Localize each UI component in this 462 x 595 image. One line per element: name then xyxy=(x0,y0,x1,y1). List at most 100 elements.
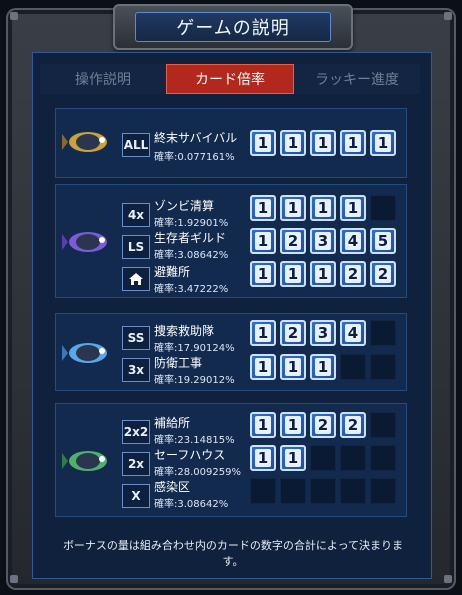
card-number: 3 xyxy=(315,324,331,342)
combo-name: 補給所 xyxy=(154,416,191,430)
combo-section: ALL 終末サバイバル 確率:0.077161% 11111 xyxy=(55,108,407,178)
empty-card-slot xyxy=(340,354,366,380)
card-number: 1 xyxy=(255,416,271,434)
home-badge xyxy=(122,267,150,291)
tab-lucky-progress[interactable]: ラッキー進度 xyxy=(294,64,420,94)
number-card: 1 xyxy=(340,195,366,221)
card-slots: 11111 xyxy=(250,130,396,156)
number-card: 1 xyxy=(310,261,336,287)
card-slots: 11 xyxy=(250,445,396,471)
card-number: 1 xyxy=(315,134,331,152)
card-slots: 11122 xyxy=(250,261,396,287)
number-card: 1 xyxy=(310,354,336,380)
combo-section: SS 捜索救助隊 確率:17.90124% 1234 3x 防衛工事 確率:19… xyxy=(55,313,407,391)
number-card: 2 xyxy=(280,228,306,254)
number-card: 1 xyxy=(250,445,276,471)
number-card: 1 xyxy=(250,228,276,254)
card-slots: 111 xyxy=(250,354,396,380)
card-number: 1 xyxy=(315,265,331,283)
combo-probability: 確率:3.08642% xyxy=(154,250,229,261)
card-number: 2 xyxy=(345,265,361,283)
empty-card-slot xyxy=(310,478,336,504)
combo-probability: 確率:19.29012% xyxy=(154,375,235,386)
fish-icon xyxy=(62,343,107,363)
combo-name: 終末サバイバル xyxy=(154,131,238,145)
number-card: 2 xyxy=(370,261,396,287)
combo-badge: SS xyxy=(122,326,150,350)
combo-name: 捜索救助隊 xyxy=(154,324,215,338)
number-card: 1 xyxy=(250,130,276,156)
number-card: 1 xyxy=(280,445,306,471)
card-number: 1 xyxy=(255,134,271,152)
frame-bolt xyxy=(10,575,18,583)
footer-note: ボーナスの量は組み合わせ内のカードの数字の合計によって決まります。 xyxy=(62,539,404,568)
number-card: 1 xyxy=(340,130,366,156)
number-card: 1 xyxy=(280,412,306,438)
combo-badge: 2x2 xyxy=(122,420,150,444)
card-number: 1 xyxy=(285,449,301,467)
card-number: 2 xyxy=(315,416,331,434)
combo-badge: ALL xyxy=(122,133,150,157)
tab-bar: 操作説明 カード倍率 ラッキー進度 xyxy=(40,64,420,94)
combo-name: 避難所 xyxy=(154,265,191,279)
fish-icon xyxy=(62,232,107,252)
number-card: 2 xyxy=(340,261,366,287)
empty-card-slot xyxy=(370,412,396,438)
number-card: 1 xyxy=(310,195,336,221)
fish-icon xyxy=(62,132,107,152)
title-plate: ゲームの説明 xyxy=(113,4,353,50)
combo-probability: 確率:23.14815% xyxy=(154,435,235,446)
combo-badge: LS xyxy=(122,235,150,259)
empty-card-slot xyxy=(340,445,366,471)
frame-bolt xyxy=(10,12,18,20)
combo-probability: 確率:0.077161% xyxy=(154,152,235,163)
empty-card-slot xyxy=(370,478,396,504)
tab-controls[interactable]: 操作説明 xyxy=(40,64,166,94)
number-card: 1 xyxy=(280,354,306,380)
number-card: 2 xyxy=(340,412,366,438)
combo-name: 防衛工事 xyxy=(154,356,203,370)
combo-section: 4x ゾンビ清算 確率:1.92901% 1111 LS 生存者ギルド 確率:3… xyxy=(55,184,407,298)
number-card: 3 xyxy=(310,228,336,254)
number-card: 4 xyxy=(340,320,366,346)
card-number: 3 xyxy=(315,232,331,250)
number-card: 1 xyxy=(250,320,276,346)
combo-probability: 確率:3.08642% xyxy=(154,499,229,510)
empty-card-slot xyxy=(370,320,396,346)
number-card: 1 xyxy=(370,130,396,156)
number-card: 2 xyxy=(310,412,336,438)
number-card: 1 xyxy=(280,130,306,156)
card-number: 1 xyxy=(285,358,301,376)
number-card: 3 xyxy=(310,320,336,346)
fish-icon xyxy=(62,451,107,471)
card-number: 2 xyxy=(375,265,391,283)
card-number: 4 xyxy=(345,324,361,342)
home-icon xyxy=(129,273,143,285)
card-number: 1 xyxy=(315,199,331,217)
card-number: 1 xyxy=(255,449,271,467)
card-slots: 1234 xyxy=(250,320,396,346)
card-slots: 1111 xyxy=(250,195,396,221)
number-card: 1 xyxy=(310,130,336,156)
card-number: 2 xyxy=(285,232,301,250)
card-number: 1 xyxy=(255,199,271,217)
combo-name: ゾンビ清算 xyxy=(154,199,215,213)
card-slots: 1122 xyxy=(250,412,396,438)
combo-probability: 確率:28.009259% xyxy=(154,467,241,478)
combo-probability: 確率:1.92901% xyxy=(154,218,229,229)
number-card: 4 xyxy=(340,228,366,254)
frame-bolt xyxy=(444,12,452,20)
empty-card-slot xyxy=(310,445,336,471)
tab-card-multiplier[interactable]: カード倍率 xyxy=(166,64,294,94)
combo-section: 2x2 補給所 確率:23.14815% 1122 2x セーフハウス 確率:2… xyxy=(55,403,407,517)
number-card: 2 xyxy=(280,320,306,346)
empty-card-slot xyxy=(280,478,306,504)
number-card: 1 xyxy=(250,354,276,380)
number-card: 1 xyxy=(250,412,276,438)
card-number: 1 xyxy=(285,265,301,283)
card-number: 1 xyxy=(255,265,271,283)
card-number: 1 xyxy=(255,232,271,250)
empty-card-slot xyxy=(250,478,276,504)
card-number: 1 xyxy=(315,358,331,376)
empty-card-slot xyxy=(340,478,366,504)
